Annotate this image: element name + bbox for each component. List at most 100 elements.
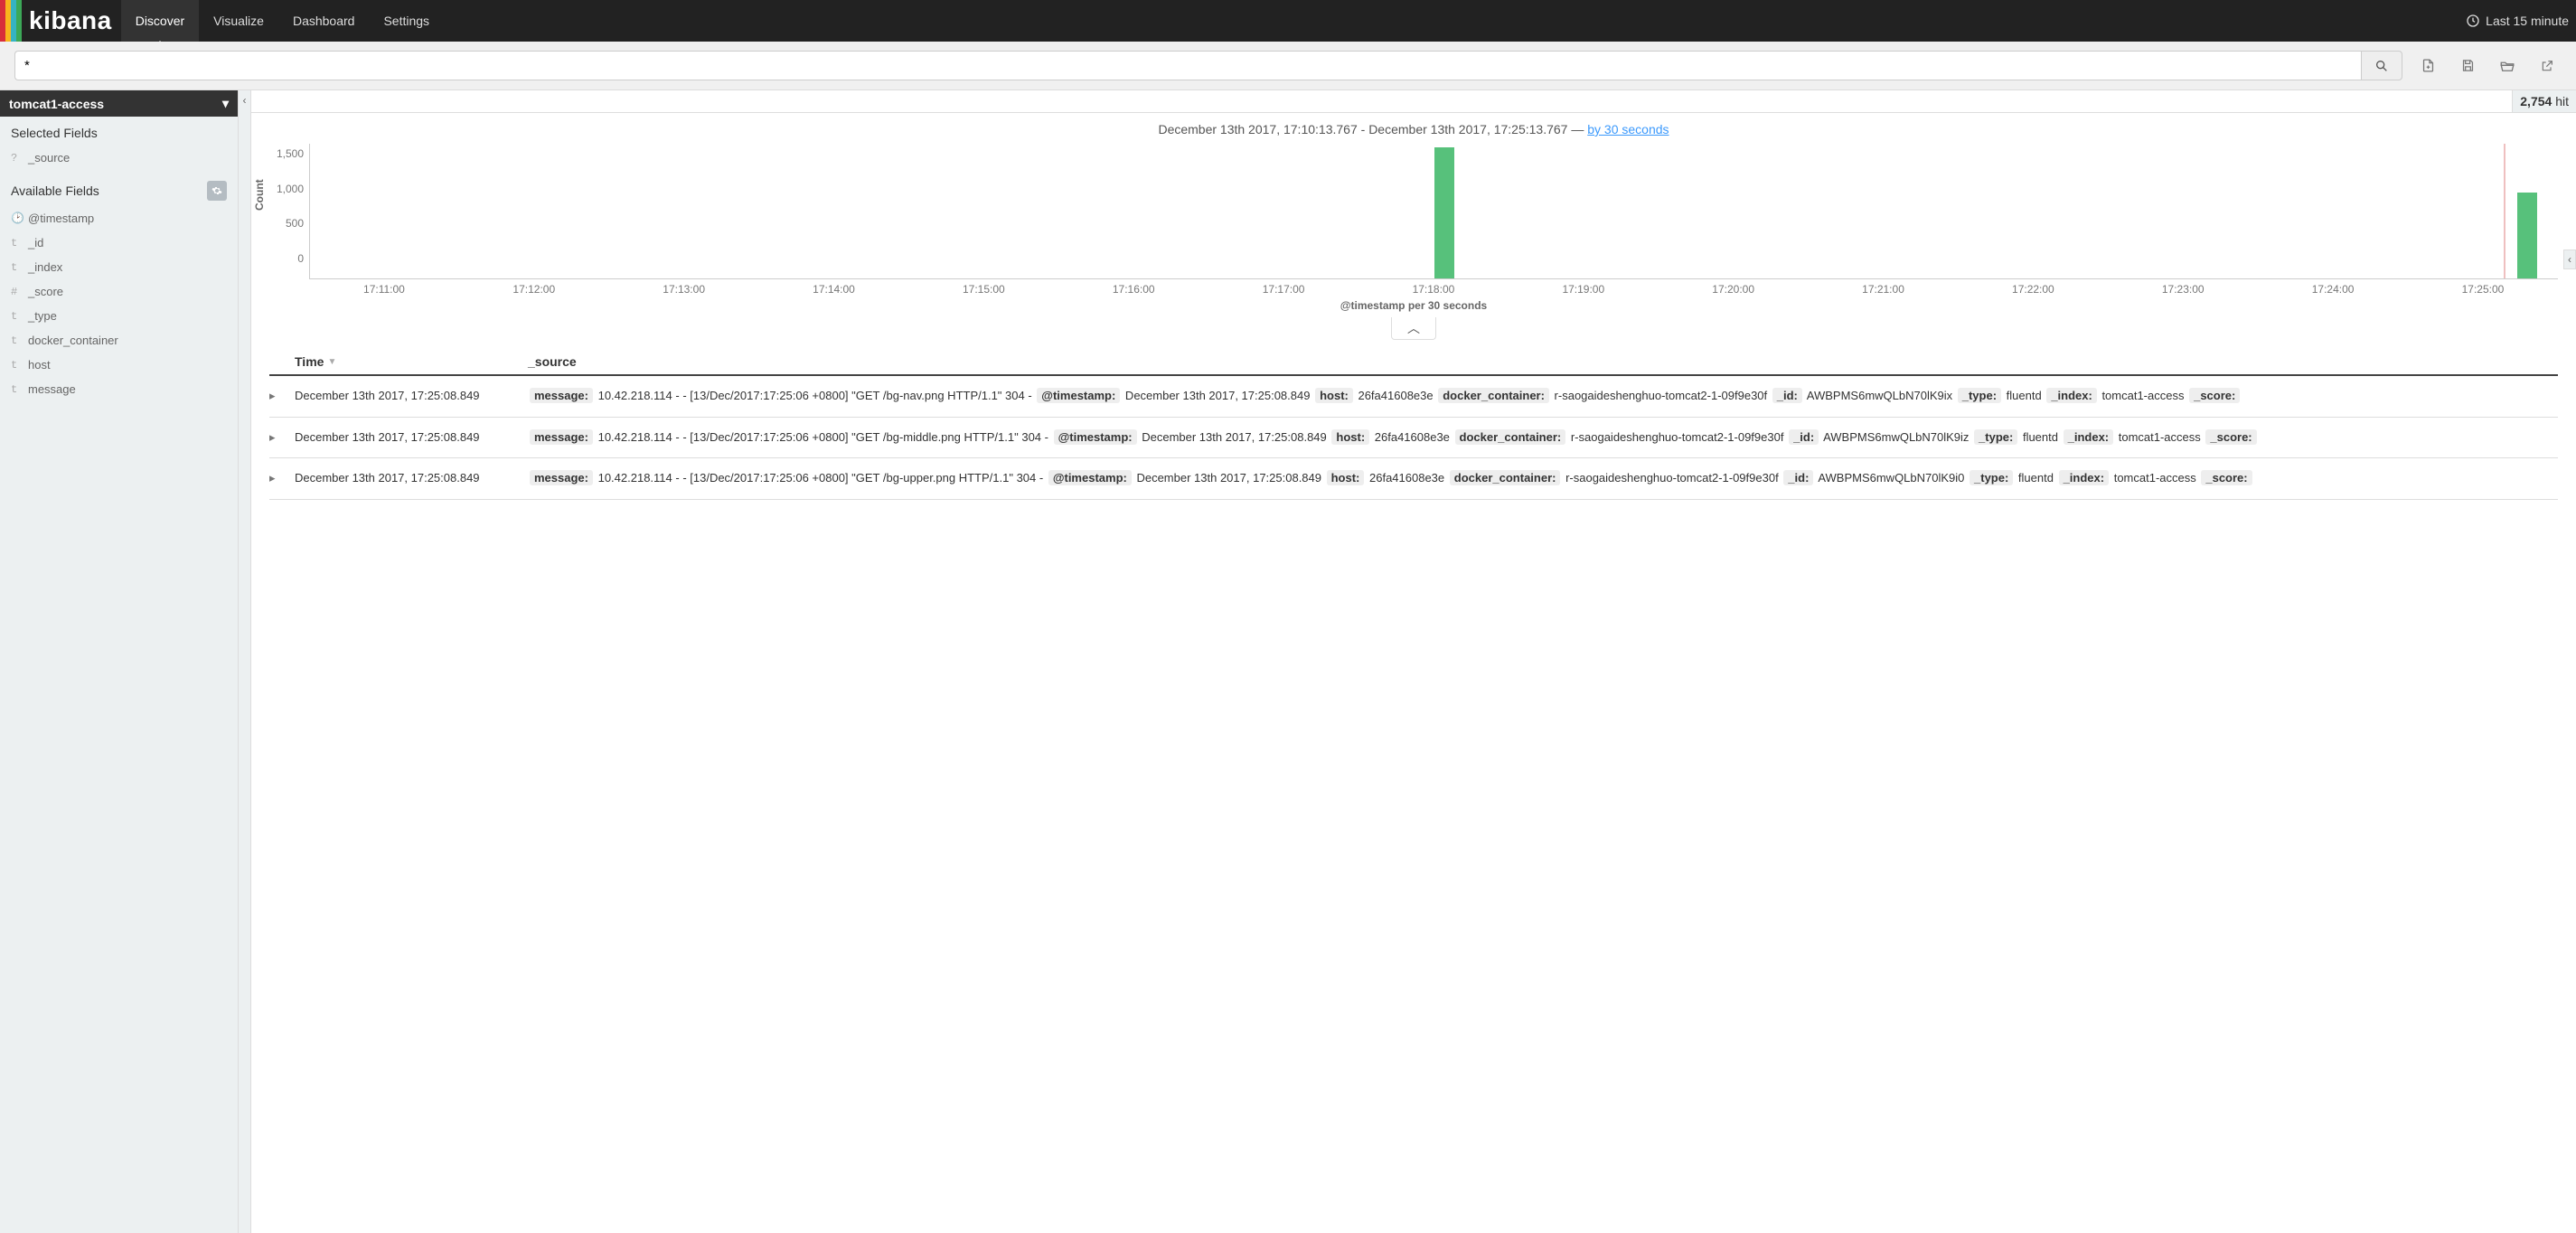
top-nav: kibana Discover Visualize Dashboard Sett… <box>0 0 2576 42</box>
row-source: message: 10.42.218.114 - - [13/Dec/2017:… <box>528 427 2558 449</box>
field-docker_container[interactable]: tdocker_container <box>0 328 238 353</box>
kv-key: _type: <box>1974 429 2017 445</box>
kv-key: host: <box>1327 470 1365 485</box>
kv-key: _index: <box>2046 388 2097 403</box>
search-bar-row <box>0 42 2576 90</box>
time-marker <box>2504 144 2505 278</box>
y-ticks: 1,5001,0005000 <box>269 144 309 279</box>
nav-tab-discover[interactable]: Discover <box>121 0 199 42</box>
search-input[interactable] <box>14 51 2361 80</box>
time-range-label: December 13th 2017, 17:10:13.767 - Decem… <box>251 113 2576 140</box>
kv-key: _id: <box>1772 388 1802 403</box>
kv-key: _index: <box>2059 470 2110 485</box>
kv-key: docker_container: <box>1438 388 1549 403</box>
col-header-source[interactable]: _source <box>528 354 2558 369</box>
row-source: message: 10.42.218.114 - - [13/Dec/2017:… <box>528 385 2558 408</box>
kv-key: _score: <box>2189 388 2240 403</box>
expand-row-button[interactable]: ▸ <box>269 385 295 408</box>
open-search-button[interactable] <box>2493 52 2522 80</box>
kv-key: _score: <box>2205 429 2256 445</box>
toggle-histogram-button[interactable]: ︿ <box>1391 317 1436 340</box>
kv-key: _score: <box>2201 470 2252 485</box>
kv-key: _id: <box>1783 470 1813 485</box>
kv-key: @timestamp: <box>1048 470 1132 485</box>
sidebar: tomcat1-access ▾ Selected Fields ? _sourc… <box>0 90 239 1233</box>
hit-count: 2,754 hit <box>2512 90 2576 112</box>
field-name: _source <box>28 151 70 165</box>
expand-row-button[interactable]: ▸ <box>269 427 295 449</box>
field-type-icon: t <box>11 383 22 396</box>
histogram-bar[interactable] <box>2517 193 2537 278</box>
save-icon <box>2460 58 2476 73</box>
field-type-icon: # <box>11 286 22 298</box>
x-axis-label: @timestamp per 30 seconds <box>269 296 2558 317</box>
share-button[interactable] <box>2533 52 2562 80</box>
kv-key: docker_container: <box>1455 429 1566 445</box>
field-_id[interactable]: t_id <box>0 231 238 255</box>
row-time: December 13th 2017, 17:25:08.849 <box>295 385 528 408</box>
field-_score[interactable]: #_score <box>0 279 238 304</box>
field-type-icon: 🕑 <box>11 212 22 225</box>
field-name: _id <box>28 236 43 249</box>
fields-settings-button[interactable] <box>207 181 227 201</box>
chevron-left-icon: ‹ <box>243 94 247 107</box>
clock-icon <box>2466 14 2480 28</box>
time-picker[interactable]: Last 15 minute <box>2466 0 2576 42</box>
kv-key: _type: <box>1958 388 2001 403</box>
kv-key: docker_container: <box>1450 470 1561 485</box>
gear-icon <box>212 185 222 196</box>
index-pattern-name: tomcat1-access <box>9 97 104 111</box>
collapse-sidebar-button[interactable]: ‹ <box>239 90 251 1233</box>
nav-tab-visualize[interactable]: Visualize <box>199 0 278 42</box>
chevron-up-icon: ︿ <box>1407 321 1420 335</box>
field-_index[interactable]: t_index <box>0 255 238 279</box>
selected-fields-header: Selected Fields <box>0 117 238 144</box>
logo-text: kibana <box>29 6 112 35</box>
table-row: ▸December 13th 2017, 17:25:08.849 messag… <box>269 458 2558 500</box>
interval-link[interactable]: by 30 seconds <box>1587 122 1669 136</box>
x-ticks: 17:11:0017:12:0017:13:0017:14:0017:15:00… <box>309 279 2558 296</box>
main-content: 2,754 hit December 13th 2017, 17:10:13.7… <box>251 90 2576 1233</box>
plot-area[interactable] <box>309 144 2558 279</box>
kv-key: _type: <box>1970 470 2013 485</box>
field-host[interactable]: thost <box>0 353 238 377</box>
kv-key: @timestamp: <box>1037 388 1120 403</box>
new-search-button[interactable] <box>2413 52 2442 80</box>
field-name: @timestamp <box>28 212 94 225</box>
field-type-icon: t <box>11 359 22 372</box>
kv-key: host: <box>1331 429 1369 445</box>
field-type-icon: ? <box>11 152 22 165</box>
field-_source[interactable]: ? _source <box>0 146 238 170</box>
available-fields-header: Available Fields <box>11 184 99 198</box>
table-row: ▸December 13th 2017, 17:25:08.849 messag… <box>269 376 2558 418</box>
nav-tab-dashboard[interactable]: Dashboard <box>278 0 370 42</box>
field-_type[interactable]: t_type <box>0 304 238 328</box>
field-type-icon: t <box>11 334 22 347</box>
expand-row-button[interactable]: ▸ <box>269 467 295 490</box>
index-pattern-selector[interactable]: tomcat1-access ▾ <box>0 90 238 117</box>
field-type-icon: t <box>11 261 22 274</box>
histogram-chart[interactable]: Count 1,5001,0005000 17:11:0017:12:0017:… <box>251 140 2576 317</box>
search-icon <box>2374 59 2389 73</box>
y-axis-label: Count <box>253 179 266 211</box>
kv-key: message: <box>530 470 593 485</box>
field-@timestamp[interactable]: 🕑 @timestamp <box>0 206 238 231</box>
caret-down-icon: ▾ <box>222 96 229 111</box>
histogram-bar[interactable] <box>1434 147 1454 278</box>
row-time: December 13th 2017, 17:25:08.849 <box>295 467 528 490</box>
table-row: ▸December 13th 2017, 17:25:08.849 messag… <box>269 418 2558 459</box>
col-header-time[interactable]: Time ▼ <box>295 354 528 369</box>
save-search-button[interactable] <box>2453 52 2482 80</box>
chevron-left-icon: ‹ <box>2568 253 2571 266</box>
kv-key: message: <box>530 429 593 445</box>
sort-desc-icon: ▼ <box>327 357 336 367</box>
nav-tab-settings[interactable]: Settings <box>369 0 444 42</box>
kv-key: _id: <box>1789 429 1819 445</box>
field-message[interactable]: tmessage <box>0 377 238 401</box>
kv-key: host: <box>1315 388 1353 403</box>
row-source: message: 10.42.218.114 - - [13/Dec/2017:… <box>528 467 2558 490</box>
file-plus-icon <box>2421 58 2436 73</box>
search-button[interactable] <box>2361 51 2402 80</box>
collapse-right-button[interactable]: ‹ <box>2563 249 2576 269</box>
external-link-icon <box>2540 59 2554 73</box>
